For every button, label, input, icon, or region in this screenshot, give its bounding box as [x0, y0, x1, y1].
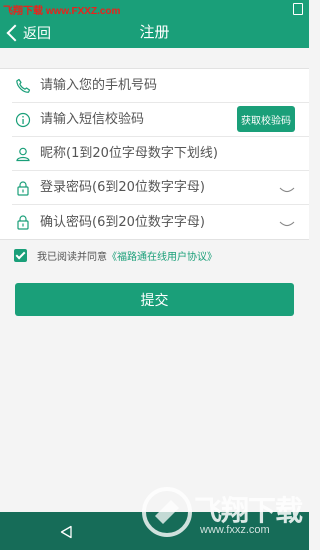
agreement-text: 我已阅读并同意 [37, 252, 107, 263]
back-button[interactable]: 返回 [0, 18, 60, 48]
password-input[interactable] [40, 170, 309, 205]
watermark-brand: 飞翔下载 [194, 495, 303, 526]
app-bar: 返回 注册 [0, 18, 309, 48]
nav-back-icon[interactable] [59, 524, 73, 543]
phone-icon [12, 69, 34, 103]
back-label: 返回 [23, 25, 51, 41]
watermark-text: 飞翔下载 www.FXXZ.com [3, 6, 121, 17]
get-code-button[interactable]: 获取校验码 [237, 106, 295, 132]
lock-icon [12, 171, 34, 205]
register-form: 获取校验码 [0, 68, 309, 240]
submit-button[interactable]: 提交 [15, 283, 294, 316]
lock-icon [12, 205, 34, 239]
info-icon [12, 103, 34, 137]
status-bar: 飞翔下载 www.FXXZ.com [0, 0, 309, 18]
chevron-left-icon [6, 24, 24, 42]
user-agreement-link[interactable]: 《福路通在线用户协议》 [107, 248, 217, 263]
eye-closed-icon[interactable] [279, 181, 295, 193]
watermark-url: www.fxxz.com [200, 524, 270, 536]
confirm-password-row [12, 205, 309, 239]
eye-closed-icon[interactable] [279, 215, 295, 227]
register-screen: 飞翔下载 www.FXXZ.com 返回 注册 获取校验码 [0, 0, 309, 550]
battery-icon [293, 3, 303, 15]
user-icon [12, 137, 34, 171]
watermark-logo-icon [141, 486, 193, 542]
phone-row [12, 68, 309, 103]
confirm-password-input[interactable] [40, 205, 309, 239]
agreement-row: 我已阅读并同意 《福路通在线用户协议》 [14, 248, 217, 263]
phone-input[interactable] [40, 68, 309, 103]
agreement-checkbox[interactable] [14, 249, 27, 262]
nickname-input[interactable] [40, 136, 309, 171]
nickname-row [12, 136, 309, 171]
code-row: 获取校验码 [12, 102, 309, 137]
password-row [12, 170, 309, 205]
